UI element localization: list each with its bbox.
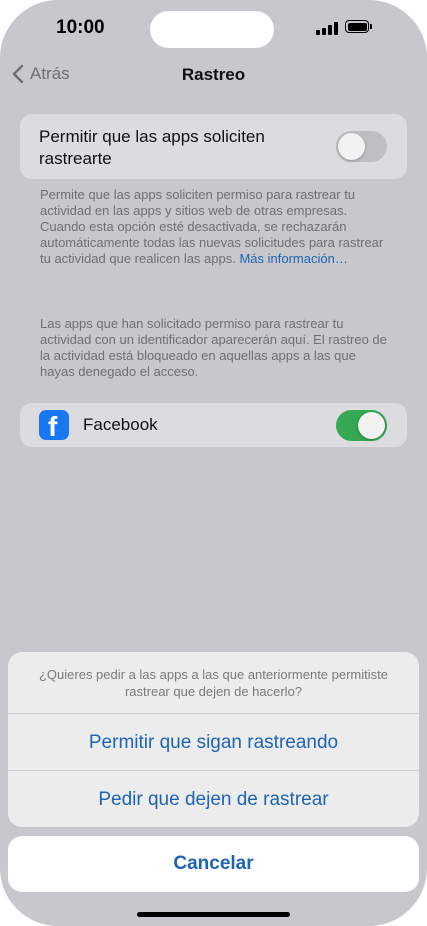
allow-continue-tracking-button[interactable]: Permitir que sigan rastreando [8, 732, 419, 754]
more-info-link[interactable]: Más información… [239, 251, 347, 266]
cancel-label: Cancelar [173, 853, 254, 874]
facebook-tracking-toggle[interactable] [336, 410, 387, 441]
dynamic-island [150, 11, 274, 48]
ask-stop-tracking-button[interactable]: Pedir que dejen de rastrear [8, 789, 419, 811]
cellular-signal-icon [316, 22, 338, 35]
apps-description: Las apps que han solicitado permiso para… [40, 316, 387, 379]
allow-tracking-label: Permitir que las apps soliciten rastrear… [39, 127, 265, 168]
toggle-knob [358, 412, 385, 439]
action-sheet: ¿Quieres pedir a las apps a las que ante… [8, 652, 419, 827]
allow-tracking-toggle[interactable] [336, 131, 387, 162]
action-sheet-message: ¿Quieres pedir a las apps a las que ante… [38, 667, 388, 699]
cancel-button[interactable]: Cancelar [8, 836, 419, 892]
facebook-icon: f [39, 410, 69, 440]
page-title: Rastreo [181, 65, 246, 84]
toggle-knob [338, 133, 365, 160]
home-indicator[interactable] [137, 912, 290, 917]
app-row-facebook: f Facebook [20, 403, 407, 447]
app-name: Facebook [83, 415, 158, 434]
battery-icon [345, 20, 373, 35]
divider [8, 770, 419, 771]
status-time: 10:00 [56, 17, 105, 38]
divider [8, 713, 419, 714]
allow-tracking-row: Permitir que las apps soliciten rastrear… [20, 114, 407, 179]
tracking-description: Permite que las apps soliciten permiso p… [40, 187, 390, 267]
screen: 10:00 Atrás Rastreo Permitir que las app… [0, 0, 427, 926]
